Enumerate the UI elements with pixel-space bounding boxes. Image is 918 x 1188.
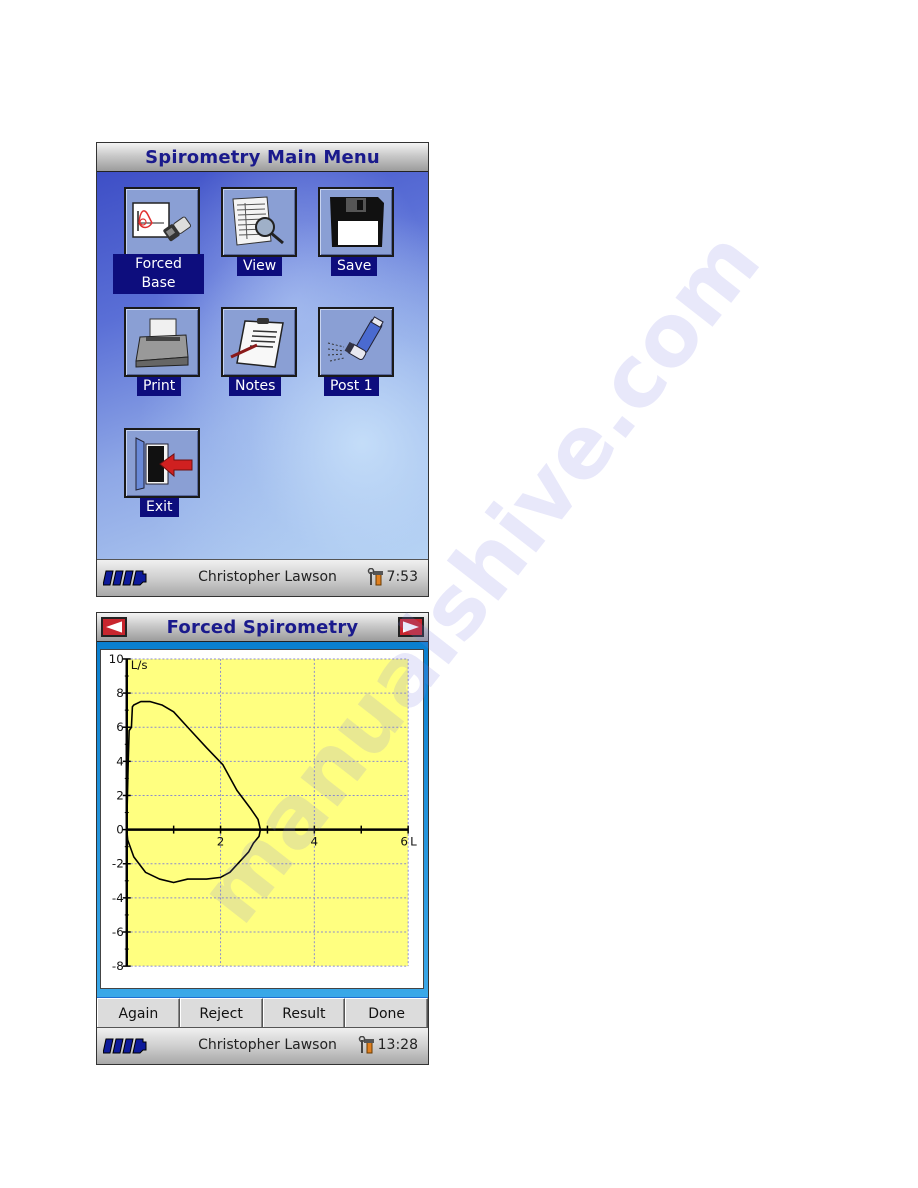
main-menu-titlebar: Spirometry Main Menu	[97, 143, 428, 172]
next-button[interactable]	[398, 617, 424, 637]
print-label[interactable]: Print	[137, 377, 182, 396]
view-label[interactable]: View	[237, 257, 283, 276]
forced-base-label-line1: Forced	[135, 256, 182, 272]
document-magnifier-icon	[232, 196, 284, 246]
page-title: Forced Spirometry	[166, 616, 359, 638]
result-button[interactable]: Result	[262, 998, 346, 1030]
status-bar: Christopher Lawson 13:28	[97, 1027, 428, 1064]
status-bar: Christopher Lawson 7:53	[97, 559, 428, 596]
forced-base-label[interactable]: Forced Base	[113, 254, 204, 294]
y-tick-label: -8	[112, 959, 124, 973]
menu-desktop: Forced Base View Save Print Notes Post 1…	[97, 172, 428, 560]
flow-volume-chart: 1086420-2-4-6-82 4 6 LL/s	[109, 652, 417, 973]
x-tick-label: 6	[400, 834, 408, 848]
again-button[interactable]: Again	[97, 998, 180, 1030]
forced-titlebar: Forced Spirometry	[97, 613, 428, 642]
plot-area	[126, 658, 409, 967]
printer-icon	[135, 318, 189, 368]
y-tick-label: -4	[112, 891, 124, 905]
right-arrow-icon	[403, 621, 419, 633]
inhaler-icon	[327, 316, 384, 362]
y-tick-label: 0	[116, 823, 124, 837]
notes-button[interactable]	[221, 307, 297, 377]
y-tick-label: 6	[116, 720, 124, 734]
y-tick-label: -6	[112, 925, 124, 939]
clipboard-pen-icon	[230, 318, 284, 368]
chart-panel: 10 8 6 4 2 0 -2 -4 -6 -8 2 4 6 L L/s	[100, 649, 424, 989]
save-button[interactable]	[318, 187, 394, 257]
main-menu-screen: Spirometry Main Menu Forced Base View Sa…	[96, 142, 429, 597]
chart-frame: 10 8 6 4 2 0 -2 -4 -6 -8 2 4 6 L L/s	[97, 642, 428, 997]
x-tick-label: 2	[217, 834, 225, 848]
tools-icon[interactable]	[367, 568, 383, 586]
exit-door-icon	[135, 437, 193, 491]
view-button[interactable]	[221, 187, 297, 257]
floppy-disk-icon	[330, 197, 384, 247]
x-tick-label: 4	[311, 834, 319, 848]
print-button[interactable]	[124, 307, 200, 377]
clock: 13:28	[377, 1037, 418, 1053]
action-bar: Again Reject Result Done	[97, 997, 428, 1030]
clock: 7:53	[386, 569, 418, 585]
x-axis-label: L	[410, 834, 417, 848]
save-label[interactable]: Save	[331, 257, 378, 276]
y-tick-label: -2	[112, 857, 124, 871]
y-tick-label: 4	[116, 754, 124, 768]
page-title: Spirometry Main Menu	[145, 146, 380, 168]
notes-label[interactable]: Notes	[229, 377, 282, 396]
spirometer-flow-icon	[132, 202, 192, 242]
post-1-button[interactable]	[318, 307, 394, 377]
post-1-label[interactable]: Post 1	[324, 377, 379, 396]
tools-icon[interactable]	[358, 1036, 374, 1054]
y-axis-label: L/s	[131, 658, 148, 672]
done-button[interactable]: Done	[345, 998, 428, 1030]
previous-button[interactable]	[101, 617, 127, 637]
y-tick-label: 8	[116, 686, 124, 700]
reject-button[interactable]: Reject	[179, 998, 263, 1030]
exit-label[interactable]: Exit	[140, 498, 179, 517]
y-tick-label: 10	[109, 652, 124, 666]
forced-spirometry-screen: Forced Spirometry 10 8 6 4 2 0 -2 -4 -6 -8 2 4 6 L L/s…	[96, 612, 429, 1065]
left-arrow-icon	[106, 621, 122, 633]
forced-base-label-line2: Base	[141, 275, 176, 291]
forced-base-button[interactable]	[124, 187, 200, 257]
y-tick-label: 2	[116, 788, 124, 802]
exit-button[interactable]	[124, 428, 200, 498]
